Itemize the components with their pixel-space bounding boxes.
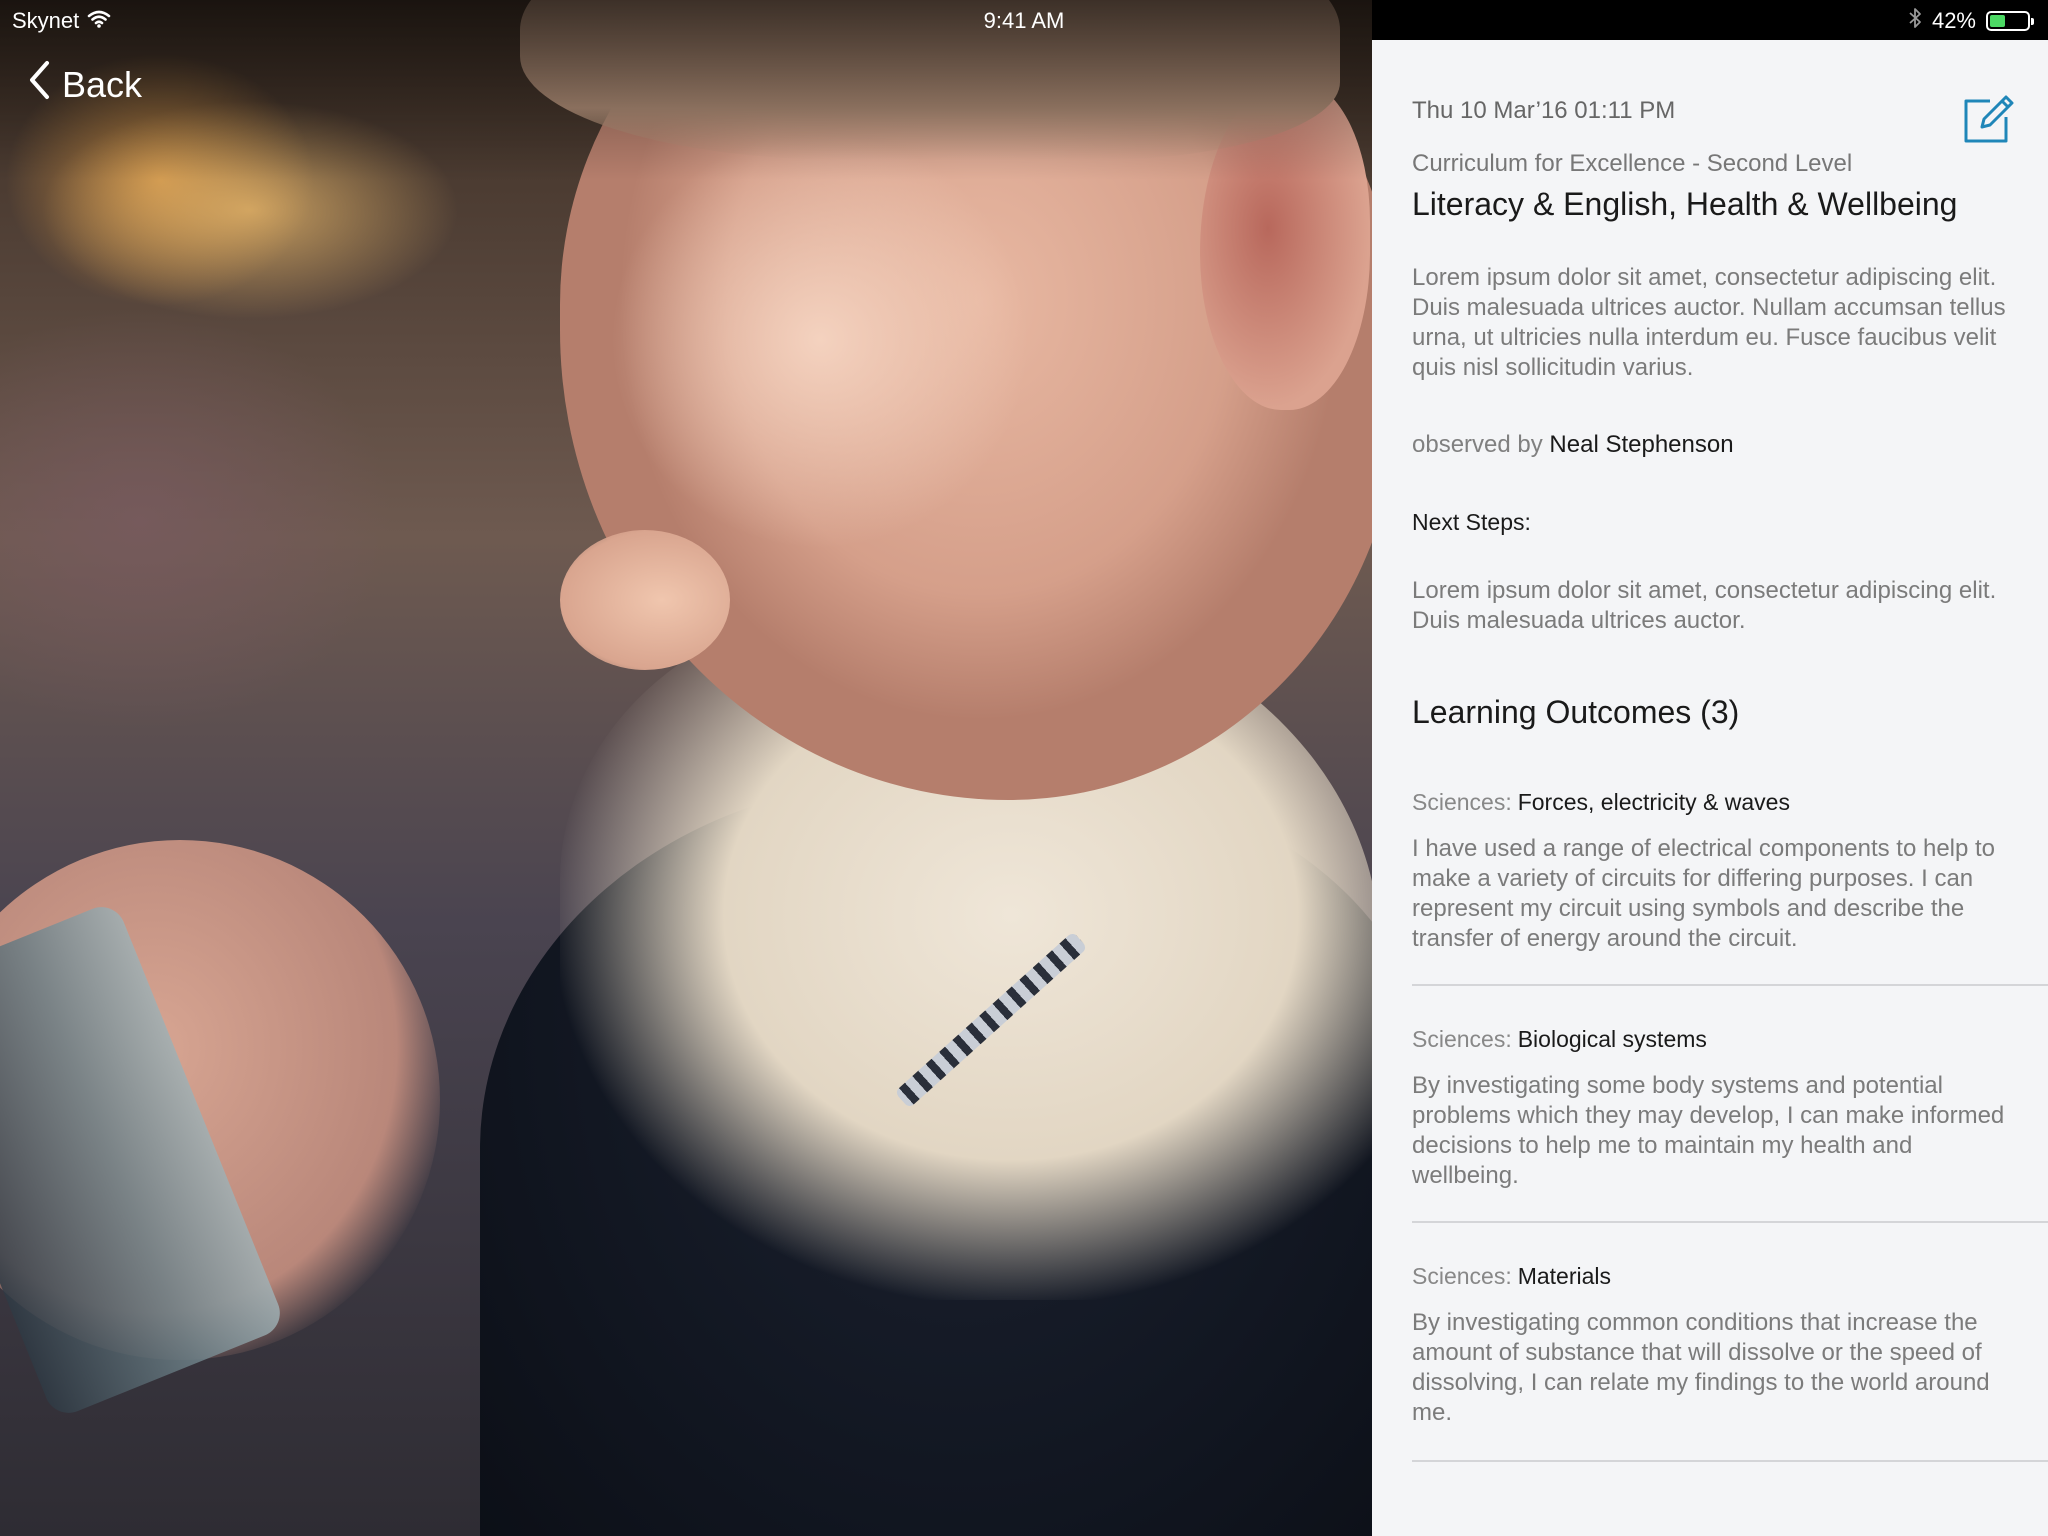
back-button[interactable]: Back — [28, 60, 142, 109]
next-steps-text: Lorem ipsum dolor sit amet, consectetur … — [1412, 577, 1997, 634]
curriculum-level: Curriculum for Excellence - Second Level — [1412, 150, 1853, 177]
outcome-topic: Biological systems — [1517, 1026, 1707, 1052]
observed-by: observed by Neal Stephenson — [1412, 431, 2008, 459]
observation-detail-panel[interactable]: Thu 10 Mar’16 01:11 PM Curriculum for Ex… — [1372, 40, 2048, 1536]
status-bar-left: Skynet — [12, 6, 111, 36]
battery-icon — [1986, 11, 2034, 31]
learning-outcome-item[interactable]: Sciences: Materials By investigating comm… — [1412, 1263, 2048, 1462]
outcome-heading: Sciences: Materials — [1412, 1263, 2048, 1290]
outcome-heading: Sciences: Biological systems — [1412, 1026, 2048, 1053]
status-bar-right: 42% — [1908, 6, 2034, 36]
observation-datetime: Thu 10 Mar’16 01:11 PM — [1412, 97, 1676, 124]
outcome-topic: Materials — [1517, 1263, 1612, 1289]
battery-percent: 42% — [1931, 8, 1976, 33]
observed-by-prefix: observed by — [1412, 431, 1543, 458]
learning-outcome-item[interactable]: Sciences: Biological systems By investiga… — [1412, 1026, 2048, 1223]
learning-outcomes-title: Learning Outcomes (3) — [1412, 694, 1740, 730]
observer-name[interactable]: Neal Stephenson — [1549, 431, 1733, 458]
carrier-name: Skynet — [12, 8, 80, 33]
outcome-heading: Sciences: Forces, electricity & waves — [1412, 789, 2048, 816]
observation-subject: Literacy & English, Health & Wellbeing — [1412, 186, 1958, 222]
edit-icon — [1964, 95, 2014, 143]
outcome-text: By investigating some body systems and p… — [1412, 1072, 2005, 1189]
panel-content: Thu 10 Mar’16 01:11 PM Curriculum for Ex… — [1412, 95, 2048, 1462]
chevron-left-icon — [28, 60, 50, 109]
outcome-area: Sciences: — [1412, 789, 1512, 815]
learning-outcome-item[interactable]: Sciences: Forces, electricity & waves I h… — [1412, 789, 2048, 986]
outcome-text: I have used a range of electrical compon… — [1412, 835, 1996, 952]
observation-photo[interactable] — [0, 0, 1372, 1536]
next-steps-label: Next Steps: — [1412, 509, 1531, 535]
bluetooth-icon — [1908, 7, 1922, 35]
outcome-text: By investigating common conditions that … — [1412, 1309, 1990, 1426]
app-screen: Skynet 9:41 AM 42% Back Thu 10 Mar’16 01… — [0, 0, 2048, 1536]
outcome-topic: Forces, electricity & waves — [1517, 789, 1790, 815]
top-gradient-shade — [0, 0, 1372, 1536]
edit-button[interactable] — [1960, 91, 2016, 147]
back-label: Back — [62, 63, 143, 105]
outcome-area: Sciences: — [1412, 1263, 1512, 1289]
outcome-area: Sciences: — [1412, 1026, 1512, 1052]
observation-description: Lorem ipsum dolor sit amet, consectetur … — [1412, 264, 2006, 381]
battery-fill — [1990, 15, 2005, 27]
wifi-icon — [87, 8, 111, 34]
